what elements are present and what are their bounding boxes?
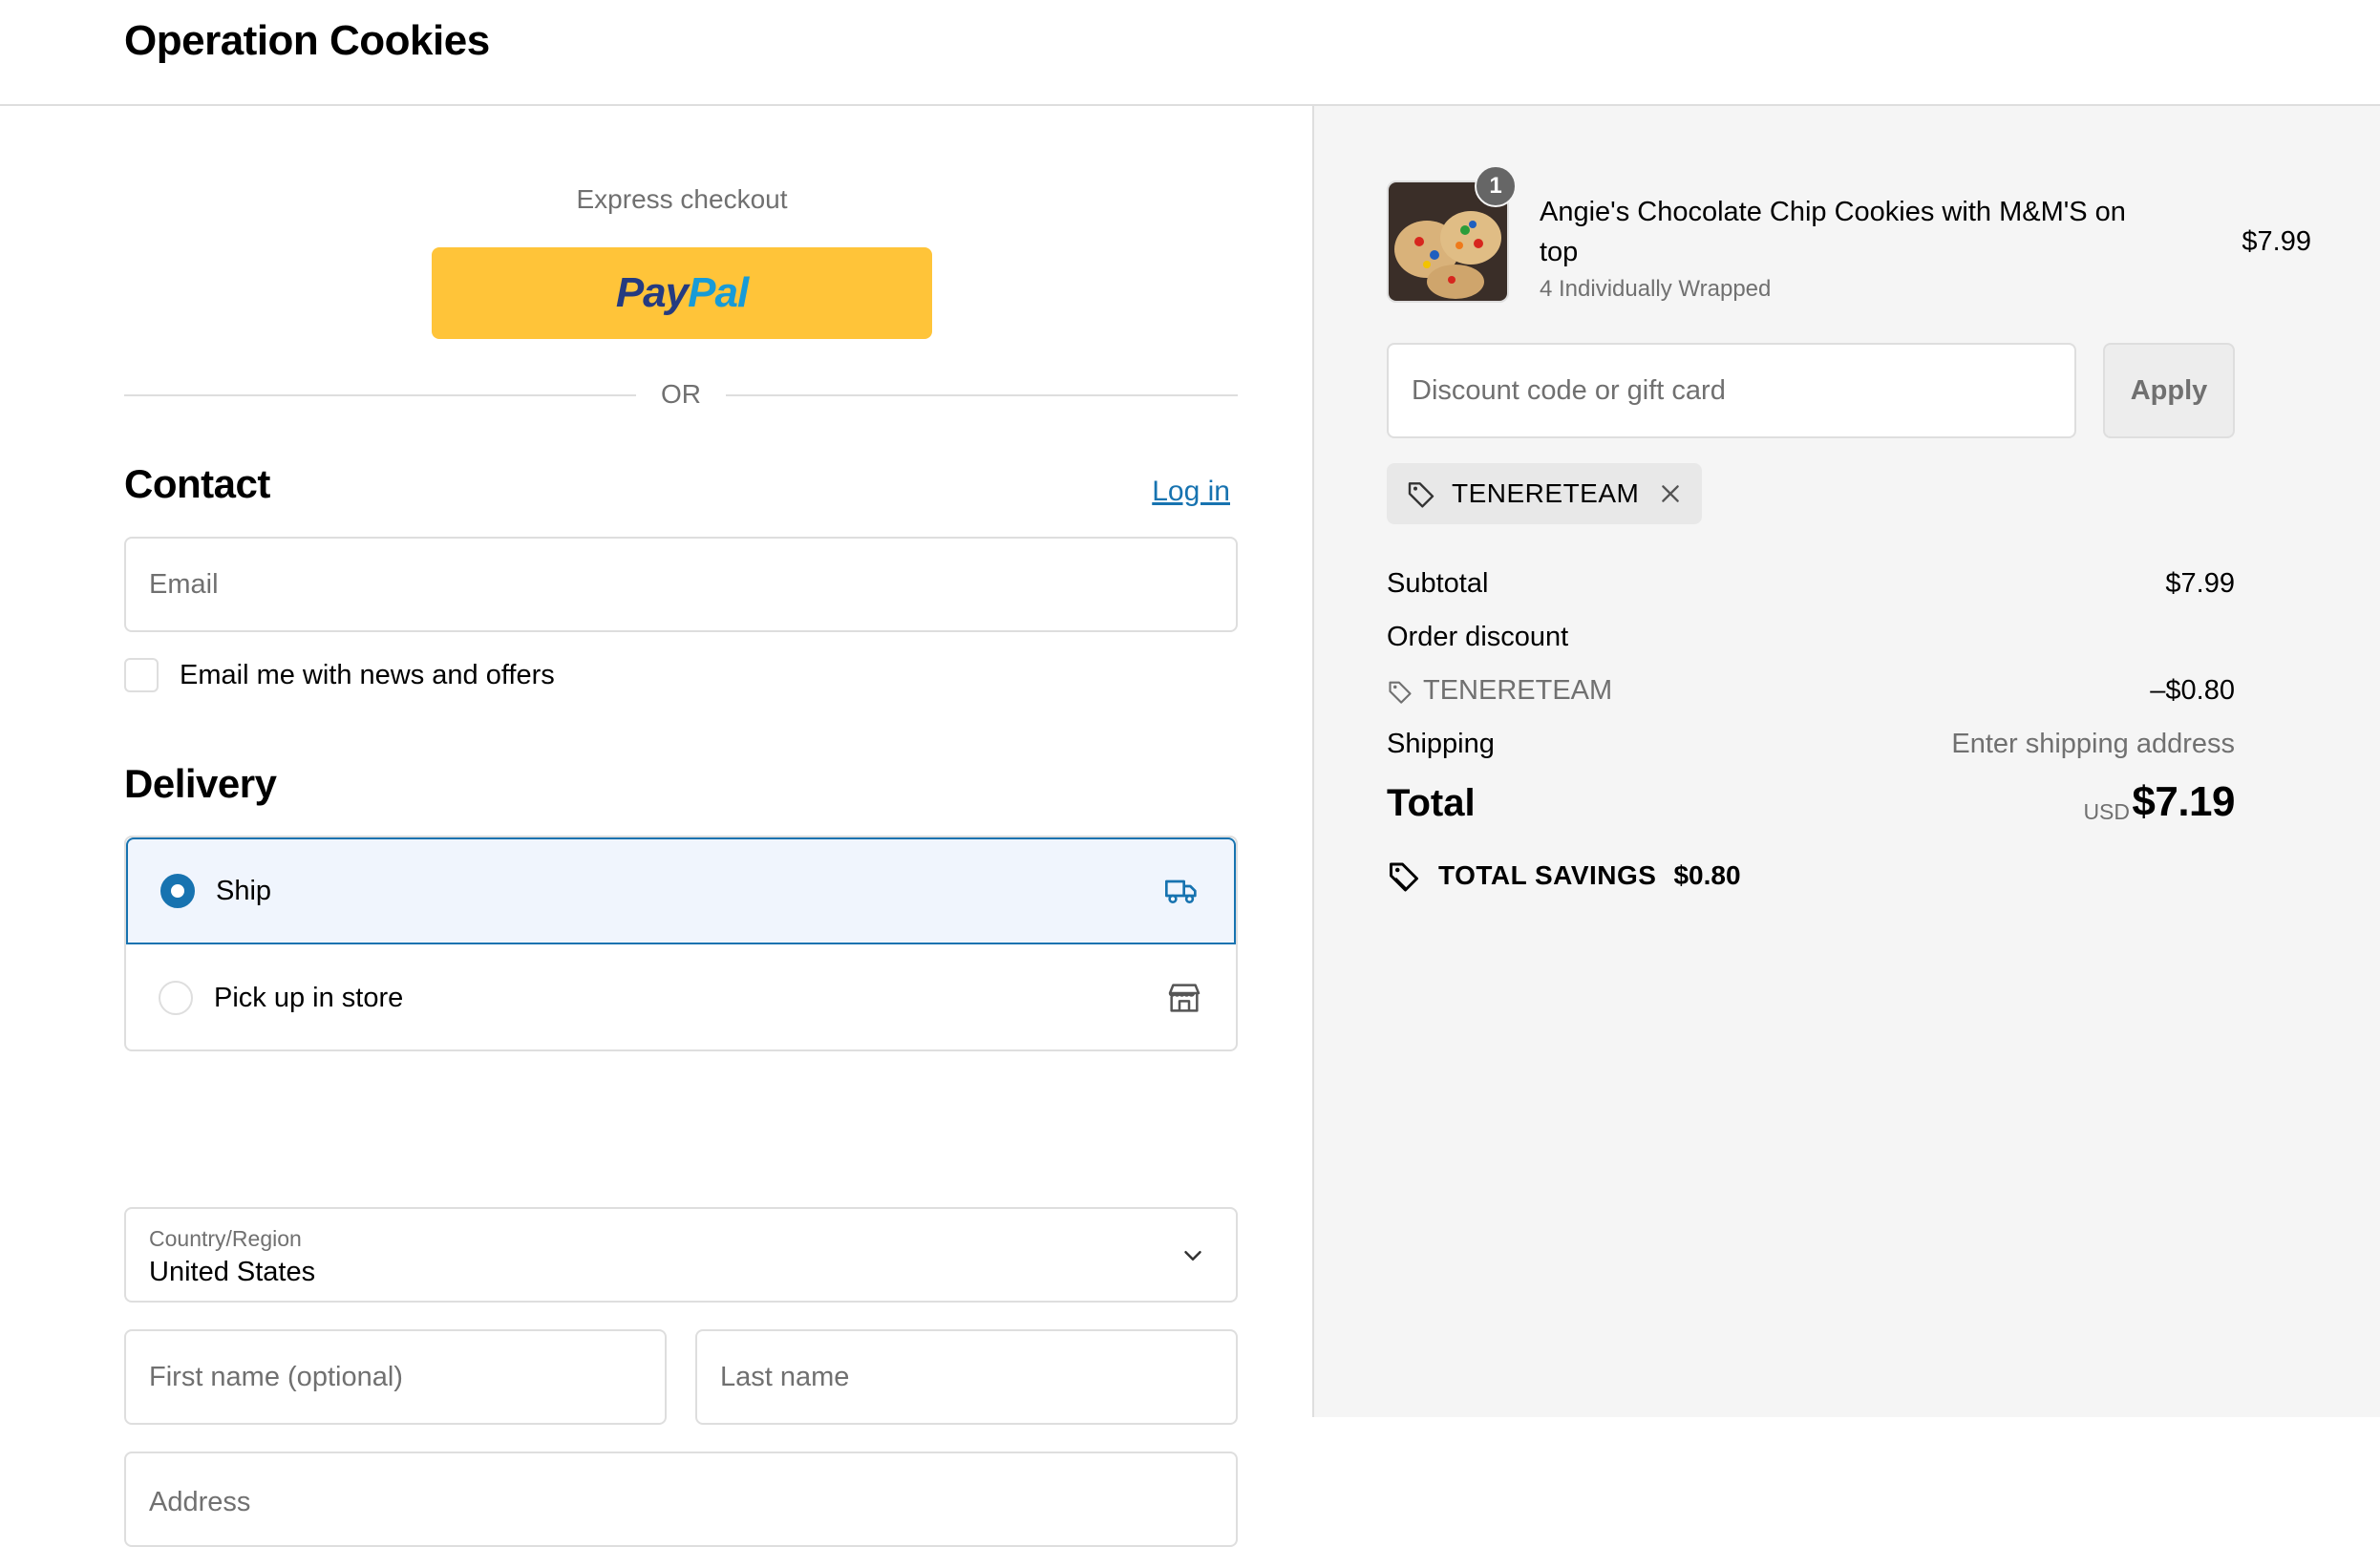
- header: Operation Cookies: [0, 0, 2380, 106]
- country-value: United States: [149, 1257, 316, 1287]
- subtotal-row: Subtotal $7.99: [1387, 568, 2235, 606]
- applied-discount-chip: TENERETEAM: [1387, 463, 1703, 524]
- store-icon: [1168, 984, 1201, 1012]
- apply-button[interactable]: Apply: [2103, 343, 2235, 438]
- pickup-radio[interactable]: [159, 981, 193, 1015]
- remove-discount-button[interactable]: [1658, 481, 1683, 506]
- applied-code: TENERETEAM: [1452, 478, 1640, 508]
- shipping-value: Enter shipping address: [1951, 729, 2235, 759]
- savings-amount: $0.80: [1673, 860, 1741, 890]
- address-input[interactable]: [147, 1486, 1236, 1519]
- delivery-option-ship[interactable]: Ship: [126, 837, 1236, 944]
- discount-code-row: TENERETEAM –$0.80: [1387, 675, 2235, 713]
- delivery-method-group: Ship Pick up in store: [124, 836, 1238, 1051]
- subtotal-value: $7.99: [2165, 568, 2235, 599]
- pickup-label: Pick up in store: [214, 982, 404, 1013]
- discount-field[interactable]: [1387, 343, 2076, 438]
- savings-label: TOTAL SAVINGS: [1438, 860, 1657, 890]
- email-field[interactable]: [124, 537, 1238, 632]
- news-offers-label: Email me with news and offers: [180, 659, 555, 690]
- order-discount-row: Order discount: [1387, 622, 2235, 660]
- email-input[interactable]: [147, 539, 1236, 630]
- shop-title[interactable]: Operation Cookies: [124, 17, 490, 65]
- savings-tag-icon: [1390, 862, 1418, 892]
- order-summary: 1 Angie's Chocolate Chip Cookies with M&…: [1312, 106, 2380, 1417]
- delivery-title: Delivery: [124, 761, 277, 806]
- tag-icon: [1389, 681, 1412, 704]
- login-link[interactable]: Log in: [1152, 476, 1230, 508]
- total-row: Total USD $7.19: [1387, 774, 2235, 832]
- news-offers-option[interactable]: Email me with news and offers: [124, 658, 555, 692]
- shipping-row: Shipping Enter shipping address: [1387, 729, 2235, 767]
- country-select[interactable]: Country/Region United States: [124, 1207, 1238, 1303]
- express-checkout-label: Express checkout: [576, 184, 788, 214]
- order-discount-label: Order discount: [1387, 622, 1569, 652]
- quantity-badge: 1: [1475, 165, 1517, 207]
- truck-icon: [1165, 879, 1197, 903]
- tag-icon: [1408, 482, 1434, 508]
- cart-line-item: 1 Angie's Chocolate Chip Cookies with M&…: [1387, 165, 2311, 305]
- first-name-field[interactable]: [124, 1329, 667, 1425]
- total-label: Total: [1387, 782, 1476, 824]
- paypal-button[interactable]: PayPal: [432, 247, 932, 339]
- subtotal-label: Subtotal: [1387, 568, 1489, 599]
- ship-radio[interactable]: [160, 874, 195, 908]
- delivery-option-pickup[interactable]: Pick up in store: [126, 944, 1236, 1049]
- country-label: Country/Region: [149, 1226, 302, 1251]
- last-name-field[interactable]: [695, 1329, 1238, 1425]
- product-variant: 4 Individually Wrapped: [1540, 276, 1772, 302]
- close-icon[interactable]: [1658, 481, 1683, 506]
- currency-code: USD: [2083, 799, 2130, 824]
- shipping-label: Shipping: [1387, 729, 1495, 759]
- contact-title: Contact: [124, 461, 270, 506]
- discount-amount: –$0.80: [2150, 675, 2235, 706]
- or-divider: OR: [124, 375, 1238, 413]
- discount-code-cell: TENERETEAM: [1387, 675, 1612, 707]
- paypal-logo: PayPal: [615, 269, 749, 316]
- total-amount: $7.19: [2132, 778, 2235, 825]
- discount-input[interactable]: [1410, 373, 2074, 408]
- total-savings: TOTAL SAVINGS $0.80: [1387, 858, 1741, 893]
- news-offers-checkbox[interactable]: [124, 658, 159, 692]
- discount-code-label: TENERETEAM: [1423, 675, 1613, 706]
- product-price: $7.99: [2242, 226, 2311, 257]
- checkout-form: Express checkout PayPal OR Contact Log i…: [0, 106, 1312, 1547]
- chevron-down-icon: [1184, 1251, 1201, 1261]
- product-name: Angie's Chocolate Chip Cookies with M&M'…: [1540, 197, 2126, 267]
- ship-label: Ship: [216, 875, 272, 906]
- last-name-input[interactable]: [718, 1331, 1236, 1423]
- first-name-input[interactable]: [147, 1331, 665, 1423]
- address-field[interactable]: [124, 1452, 1238, 1547]
